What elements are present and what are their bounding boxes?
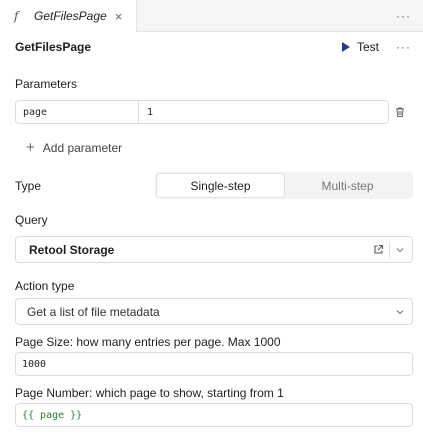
chevron-down-icon bbox=[396, 310, 404, 315]
page-size-label: Page Size: how many entries per page. Ma… bbox=[15, 335, 281, 349]
action-type-value: Get a list of file metadata bbox=[27, 304, 160, 319]
header-more-icon[interactable]: ··· bbox=[396, 40, 411, 54]
tab-bar: f GetFilesPage × ··· bbox=[0, 0, 423, 32]
tab-more-icon[interactable]: ··· bbox=[396, 9, 411, 23]
type-option-multi-step[interactable]: Multi-step bbox=[284, 174, 411, 197]
action-type-label: Action type bbox=[15, 279, 75, 293]
parameter-row: page 1 bbox=[15, 100, 389, 124]
divider bbox=[389, 242, 390, 258]
page-size-input[interactable]: 1000 bbox=[15, 352, 413, 376]
trash-icon[interactable] bbox=[394, 106, 406, 118]
type-label: Type bbox=[15, 179, 42, 193]
add-parameter-button[interactable]: + Add parameter bbox=[26, 140, 122, 155]
plus-icon: + bbox=[26, 139, 35, 156]
test-button-label: Test bbox=[357, 40, 380, 54]
parameters-label: Parameters bbox=[15, 77, 78, 91]
query-name: GetFilesPage bbox=[15, 40, 92, 54]
parameter-value-input[interactable]: 1 bbox=[139, 101, 388, 123]
test-button[interactable]: Test bbox=[342, 38, 379, 56]
query-header: GetFilesPage Test ··· bbox=[0, 32, 423, 62]
external-link-icon[interactable] bbox=[373, 244, 384, 255]
query-tab[interactable]: f GetFilesPage × bbox=[0, 0, 137, 32]
page-number-label: Page Number: which page to show, startin… bbox=[15, 386, 284, 400]
close-icon[interactable]: × bbox=[115, 10, 123, 23]
tab-title: GetFilesPage bbox=[34, 9, 107, 23]
add-parameter-label: Add parameter bbox=[42, 140, 123, 155]
chevron-down-icon bbox=[396, 248, 404, 253]
page-size-value: 1000 bbox=[22, 358, 47, 370]
resource-select[interactable]: Retool Storage bbox=[15, 236, 413, 263]
play-icon bbox=[342, 42, 350, 52]
page-number-value: {{ page }} bbox=[22, 409, 83, 421]
parameter-key-input[interactable]: page bbox=[16, 101, 139, 123]
page-number-input[interactable]: {{ page }} bbox=[15, 403, 413, 427]
type-segmented-control: Single-step Multi-step bbox=[155, 172, 413, 199]
action-type-select[interactable]: Get a list of file metadata bbox=[15, 298, 413, 325]
query-label: Query bbox=[15, 213, 48, 227]
function-icon: f bbox=[14, 9, 19, 23]
type-option-single-step[interactable]: Single-step bbox=[157, 174, 284, 197]
resource-value: Retool Storage bbox=[29, 242, 115, 257]
